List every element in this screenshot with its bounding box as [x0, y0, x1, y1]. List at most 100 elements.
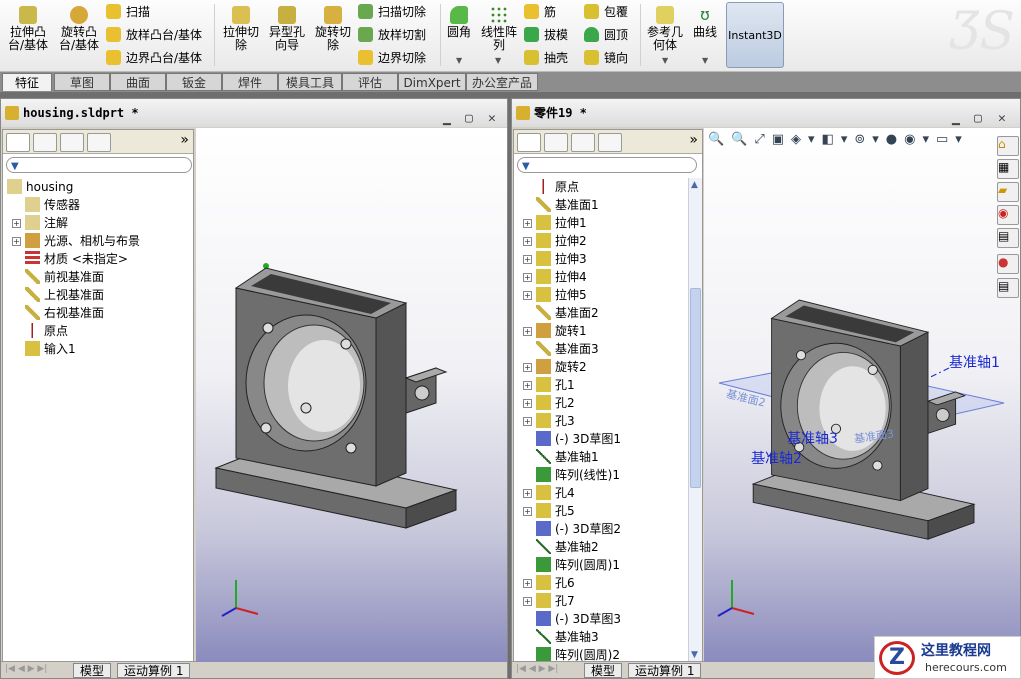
sweep-cut-button[interactable]: 扫描切除 — [358, 3, 426, 21]
expand-toggle[interactable]: + — [523, 273, 532, 282]
tab-model[interactable]: 模型 — [73, 663, 112, 678]
instant3d-button[interactable]: Instant3D — [726, 2, 784, 68]
tree-item[interactable]: 孔7 — [536, 592, 575, 610]
expand-toggle[interactable]: + — [523, 597, 532, 606]
dimxpertmanager-tab[interactable] — [598, 133, 622, 152]
tree-item[interactable]: 传感器 — [25, 196, 80, 214]
tree-item[interactable]: 孔2 — [536, 394, 575, 412]
task-pane-palette-button[interactable]: ▤ — [997, 228, 1019, 248]
tree-item[interactable]: 拉伸2 — [536, 232, 587, 250]
heads-up-view-toolbar[interactable]: 🔍🔍⤢▣◈▾◧▾⊚▾●◉▾▭▾ — [708, 132, 969, 147]
expand-toggle[interactable]: + — [523, 237, 532, 246]
shell-button[interactable]: 抽壳 — [524, 49, 568, 67]
propertymanager-tab[interactable] — [33, 133, 57, 152]
tab-mold-tools[interactable]: 模具工具 — [278, 73, 342, 91]
tab-office-products[interactable]: 办公室产品 — [466, 73, 538, 91]
extrude-boss-button[interactable]: 拉伸凸 台/基体 — [6, 6, 50, 52]
extrude-cut-button[interactable]: 拉伸切 除 — [220, 6, 262, 52]
tree-item[interactable]: 基准轴2 — [536, 538, 599, 556]
reference-dropdown[interactable]: ▼ — [662, 56, 668, 65]
tree-item[interactable]: 上视基准面 — [25, 286, 104, 304]
tree-item[interactable]: 原点 — [25, 322, 68, 340]
fillet-button[interactable]: 圆角 — [444, 6, 474, 39]
expand-toggle[interactable]: + — [523, 381, 532, 390]
tree-item[interactable]: (-) 3D草图1 — [536, 430, 621, 448]
tree-item[interactable]: 基准面1 — [536, 196, 599, 214]
dimxpertmanager-tab[interactable] — [87, 133, 111, 152]
tree-item[interactable]: 孔5 — [536, 502, 575, 520]
sweep-button[interactable]: 扫描 — [106, 3, 150, 21]
expand-toggle[interactable]: + — [523, 399, 532, 408]
tree-item[interactable]: 右视基准面 — [25, 304, 104, 322]
tree-item[interactable]: 旋转2 — [536, 358, 587, 376]
task-pane-explorer-button[interactable]: ▰ — [997, 182, 1019, 202]
tree-item[interactable]: 阵列(线性)1 — [536, 466, 620, 484]
revolve-boss-button[interactable]: 旋转凸 台/基体 — [56, 6, 102, 52]
tree-item[interactable]: 前视基准面 — [25, 268, 104, 286]
tab-dimxpert[interactable]: DimXpert — [398, 73, 466, 91]
expand-toggle[interactable]: + — [523, 489, 532, 498]
hole-wizard-button[interactable]: 异型孔 向导 — [266, 6, 308, 52]
tab-weldments[interactable]: 焊件 — [222, 73, 278, 91]
tree-item[interactable]: 拉伸4 — [536, 268, 587, 286]
expand-toggle[interactable]: + — [523, 291, 532, 300]
scroll-thumb[interactable] — [690, 288, 701, 488]
tab-scroll-arrows[interactable]: |◀ ◀ ▶ ▶| — [516, 664, 558, 674]
tab-surfaces[interactable]: 曲面 — [110, 73, 166, 91]
loft-boss-button[interactable]: 放样凸台/基体 — [106, 26, 202, 44]
loft-cut-button[interactable]: 放样切割 — [358, 26, 426, 44]
draft-button[interactable]: 拔模 — [524, 26, 568, 44]
tree-item[interactable]: 拉伸1 — [536, 214, 587, 232]
tree-item[interactable]: 光源、相机与布景 — [25, 232, 140, 250]
configurationmanager-tab[interactable] — [571, 133, 595, 152]
linear-pattern-button[interactable]: 线性阵 列 — [478, 6, 520, 52]
expand-toggle[interactable]: + — [12, 237, 21, 246]
tree-item[interactable]: 孔1 — [536, 376, 575, 394]
expand-toggle[interactable]: + — [523, 363, 532, 372]
tree-item[interactable]: 注解 — [25, 214, 68, 232]
tree-item[interactable]: 基准面3 — [536, 340, 599, 358]
tree-item[interactable]: 原点 — [536, 178, 579, 196]
tree-item[interactable]: 输入1 — [25, 340, 76, 358]
reference-geometry-button[interactable]: 参考几 何体 — [644, 6, 686, 52]
expand-toggle[interactable]: + — [523, 255, 532, 264]
expand-chevron-icon[interactable]: » — [689, 132, 698, 148]
boundary-boss-button[interactable]: 边界凸台/基体 — [106, 49, 202, 67]
task-pane-home-button[interactable]: ⌂ — [997, 136, 1019, 156]
curves-button[interactable]: ʊ 曲线 — [690, 6, 720, 39]
expand-toggle[interactable]: + — [523, 507, 532, 516]
tree-scrollbar[interactable]: ▲ ▼ — [688, 178, 702, 662]
tree-item[interactable]: 阵列(圆周)1 — [536, 556, 620, 574]
tab-scroll-arrows[interactable]: |◀ ◀ ▶ ▶| — [5, 664, 47, 674]
filter-input[interactable]: ▼ — [517, 157, 697, 173]
tab-model[interactable]: 模型 — [584, 663, 623, 678]
wrap-button[interactable]: 包覆 — [584, 3, 628, 21]
task-pane-resources-button[interactable]: ▦ — [997, 159, 1019, 179]
tree-item[interactable]: housing — [7, 178, 73, 196]
tab-motion-study[interactable]: 运动算例 1 — [117, 663, 191, 678]
configurationmanager-tab[interactable] — [60, 133, 84, 152]
fillet-dropdown[interactable]: ▼ — [456, 56, 462, 65]
graphics-viewport[interactable] — [196, 128, 507, 662]
tree-item[interactable]: 基准面2 — [536, 304, 599, 322]
tab-sketch[interactable]: 草图 — [54, 73, 110, 91]
tab-evaluate[interactable]: 评估 — [342, 73, 398, 91]
tab-sheet-metal[interactable]: 钣金 — [166, 73, 222, 91]
filter-input[interactable]: ▼ — [6, 157, 192, 173]
tree-item[interactable]: 旋转1 — [536, 322, 587, 340]
tree-item[interactable]: (-) 3D草图2 — [536, 520, 621, 538]
graphics-viewport[interactable]: 🔍🔍⤢▣◈▾◧▾⊚▾●◉▾▭▾ 基准轴1 基准轴3 基准轴2 基准面2 基准面3 — [704, 128, 1020, 662]
boundary-cut-button[interactable]: 边界切除 — [358, 49, 426, 67]
propertymanager-tab[interactable] — [544, 133, 568, 152]
tree-item[interactable]: (-) 3D草图3 — [536, 610, 621, 628]
tree-item[interactable]: 孔3 — [536, 412, 575, 430]
revolve-cut-button[interactable]: 旋转切 除 — [312, 6, 354, 52]
task-pane-search-button[interactable]: ◉ — [997, 205, 1019, 225]
tree-item[interactable]: 拉伸5 — [536, 286, 587, 304]
tree-item[interactable]: 材质 <未指定> — [25, 250, 128, 268]
dome-button[interactable]: 圆顶 — [584, 26, 628, 44]
tree-item[interactable]: 基准轴1 — [536, 448, 599, 466]
tree-item[interactable]: 拉伸3 — [536, 250, 587, 268]
expand-chevron-icon[interactable]: » — [180, 132, 189, 148]
expand-toggle[interactable]: + — [523, 417, 532, 426]
